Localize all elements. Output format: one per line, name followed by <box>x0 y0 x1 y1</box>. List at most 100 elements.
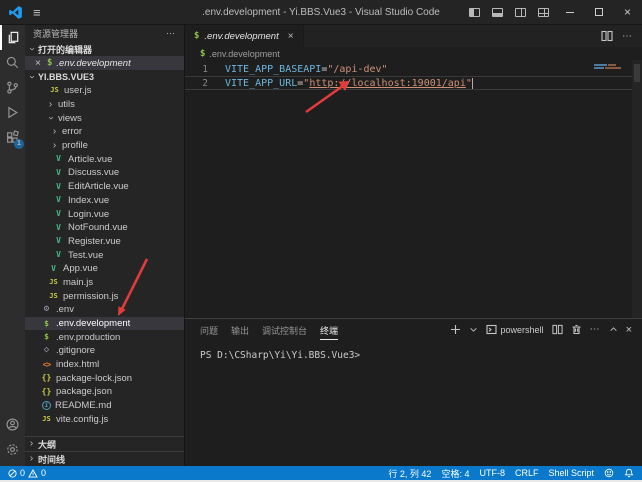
close-panel-icon[interactable]: × <box>626 324 632 336</box>
sidebar-more-icon[interactable]: ⋯ <box>166 28 176 39</box>
js-file-icon: JS <box>49 87 60 94</box>
vue-file-icon: V <box>53 183 64 191</box>
tree-item-package-lock.json[interactable]: {}package-lock.json <box>25 371 184 385</box>
tree-item-label: index.html <box>56 359 99 370</box>
outline-section[interactable]: › 大纲 <box>25 436 184 451</box>
tree-item-views[interactable]: ›views <box>25 111 184 125</box>
tree-item-Index.vue[interactable]: VIndex.vue <box>25 194 184 208</box>
panel-tab-调试控制台[interactable]: 调试控制台 <box>262 320 307 339</box>
tree-item-.gitignore[interactable]: ◇.gitignore <box>25 344 184 358</box>
minimap[interactable] <box>594 64 628 70</box>
split-terminal-icon[interactable] <box>552 324 563 335</box>
vue-file-icon: V <box>53 224 64 232</box>
source-control-icon[interactable] <box>0 75 25 100</box>
tree-item-vite.config.js[interactable]: JSvite.config.js <box>25 413 184 427</box>
tree-item-index.html[interactable]: <> index.html <box>25 358 184 372</box>
minimize-button[interactable] <box>555 0 584 24</box>
open-editors-section[interactable]: › 打开的编辑器 <box>25 42 184 56</box>
code-editor[interactable]: 1 VITE_APP_BASEAPI="/api-dev" 2 VITE_APP… <box>185 60 642 318</box>
terminal-output[interactable]: PS D:\CSharp\Yi\Yi.BBS.Vue3> <box>185 340 642 466</box>
tree-item-error[interactable]: ›error <box>25 125 184 139</box>
toggle-secondary-sidebar-icon[interactable] <box>515 8 526 17</box>
editor-more-actions-icon[interactable]: ⋯ <box>622 31 633 42</box>
tree-item-.env.production[interactable]: $.env.production <box>25 330 184 344</box>
encoding[interactable]: UTF-8 <box>479 468 505 478</box>
panel-more-actions-icon[interactable]: ⋯ <box>590 324 601 335</box>
html-file-icon: <> <box>41 361 52 369</box>
tab-env-development[interactable]: $ .env.development × <box>185 25 304 47</box>
maximize-button[interactable] <box>584 0 613 24</box>
info-file-icon: i <box>42 401 51 410</box>
extensions-badge: 1 <box>14 139 24 149</box>
chevron-down-icon[interactable] <box>469 325 478 334</box>
tree-item-Login.vue[interactable]: VLogin.vue <box>25 207 184 221</box>
open-editor-item[interactable]: × $ .env.development <box>25 56 184 70</box>
project-name-label: YI.BBS.VUE3 <box>38 72 94 82</box>
maximize-panel-icon[interactable] <box>609 325 618 334</box>
tree-item-package.json[interactable]: {}package.json <box>25 385 184 399</box>
tree-item-label: App.vue <box>63 263 98 274</box>
close-tab-icon[interactable]: × <box>288 31 294 42</box>
terminal-prompt: PS D:\CSharp\Yi\Yi.BBS.Vue3> <box>200 350 360 361</box>
tree-item-label: .gitignore <box>56 345 95 356</box>
search-icon[interactable] <box>0 50 25 75</box>
dotenv-file-icon: $ <box>194 31 199 41</box>
panel-tab-输出[interactable]: 输出 <box>231 320 249 339</box>
feedback-smiley-icon[interactable] <box>604 468 614 478</box>
tree-item-EditArticle.vue[interactable]: VEditArticle.vue <box>25 180 184 194</box>
tree-item-NotFound.vue[interactable]: VNotFound.vue <box>25 221 184 235</box>
close-icon[interactable]: × <box>35 58 43 69</box>
vue-file-icon: V <box>53 210 64 218</box>
language-mode[interactable]: Shell Script <box>548 468 594 478</box>
cursor-position[interactable]: 行 2, 列 42 <box>388 467 431 480</box>
tree-item-Test.vue[interactable]: VTest.vue <box>25 248 184 262</box>
toggle-panel-icon[interactable] <box>492 8 503 17</box>
project-section[interactable]: › YI.BBS.VUE3 <box>25 70 184 84</box>
shell-selector[interactable]: powershell <box>486 324 544 335</box>
panel-tab-问题[interactable]: 问题 <box>200 320 218 339</box>
tree-item-Article.vue[interactable]: VArticle.vue <box>25 152 184 166</box>
customize-layout-icon[interactable] <box>538 8 549 17</box>
tree-item-user.js[interactable]: JSuser.js <box>25 84 184 98</box>
tree-item-label: .env.production <box>56 332 120 343</box>
chevron-right-icon: › <box>28 454 35 464</box>
tree-item-label: profile <box>62 140 88 151</box>
vue-file-icon: V <box>53 237 64 245</box>
breadcrumb[interactable]: $ .env.development <box>185 47 642 60</box>
timeline-section[interactable]: › 时间线 <box>25 451 184 466</box>
chevron-down-icon: › <box>27 46 37 53</box>
tree-item-Discuss.vue[interactable]: VDiscuss.vue <box>25 166 184 180</box>
tree-item-label: main.js <box>63 277 93 288</box>
extensions-icon[interactable]: 1 <box>0 125 25 150</box>
tree-item-utils[interactable]: ›utils <box>25 98 184 112</box>
tree-item-.env.development[interactable]: $.env.development <box>25 317 184 331</box>
url-link[interactable]: http://localhost:19001/api <box>309 78 466 89</box>
tree-item-Register.vue[interactable]: VRegister.vue <box>25 235 184 249</box>
kill-terminal-trash-icon[interactable] <box>571 324 582 335</box>
panel-tab-终端[interactable]: 终端 <box>320 320 338 340</box>
editor-scrollbar[interactable] <box>632 60 642 318</box>
tree-item-label: utils <box>58 99 75 110</box>
tree-item-App.vue[interactable]: VApp.vue <box>25 262 184 276</box>
tree-item-permission.js[interactable]: JSpermission.js <box>25 289 184 303</box>
eol-sequence[interactable]: CRLF <box>515 468 539 478</box>
new-terminal-icon[interactable] <box>450 324 461 335</box>
settings-gear-icon[interactable] <box>0 437 25 462</box>
notifications-bell-icon[interactable] <box>624 468 634 478</box>
tree-item-main.js[interactable]: JSmain.js <box>25 276 184 290</box>
chevron-right-icon: › <box>28 439 35 449</box>
editor-group: $ .env.development × ⋯ $ .env.developmen… <box>185 25 642 466</box>
tree-item-label: Index.vue <box>68 195 109 206</box>
split-editor-icon[interactable] <box>601 30 613 42</box>
explorer-icon[interactable] <box>0 25 25 50</box>
menu-icon[interactable]: ≡ <box>33 6 41 19</box>
indentation[interactable]: 空格: 4 <box>441 467 469 480</box>
tree-item-README.md[interactable]: iREADME.md <box>25 399 184 413</box>
toggle-sidebar-icon[interactable] <box>469 8 480 17</box>
run-debug-icon[interactable] <box>0 100 25 125</box>
tree-item-profile[interactable]: ›profile <box>25 139 184 153</box>
problems-status[interactable]: 0 0 <box>8 468 46 478</box>
account-icon[interactable] <box>0 412 25 437</box>
tree-item-.env[interactable]: ⚙.env <box>25 303 184 317</box>
close-window-button[interactable]: × <box>613 0 642 24</box>
